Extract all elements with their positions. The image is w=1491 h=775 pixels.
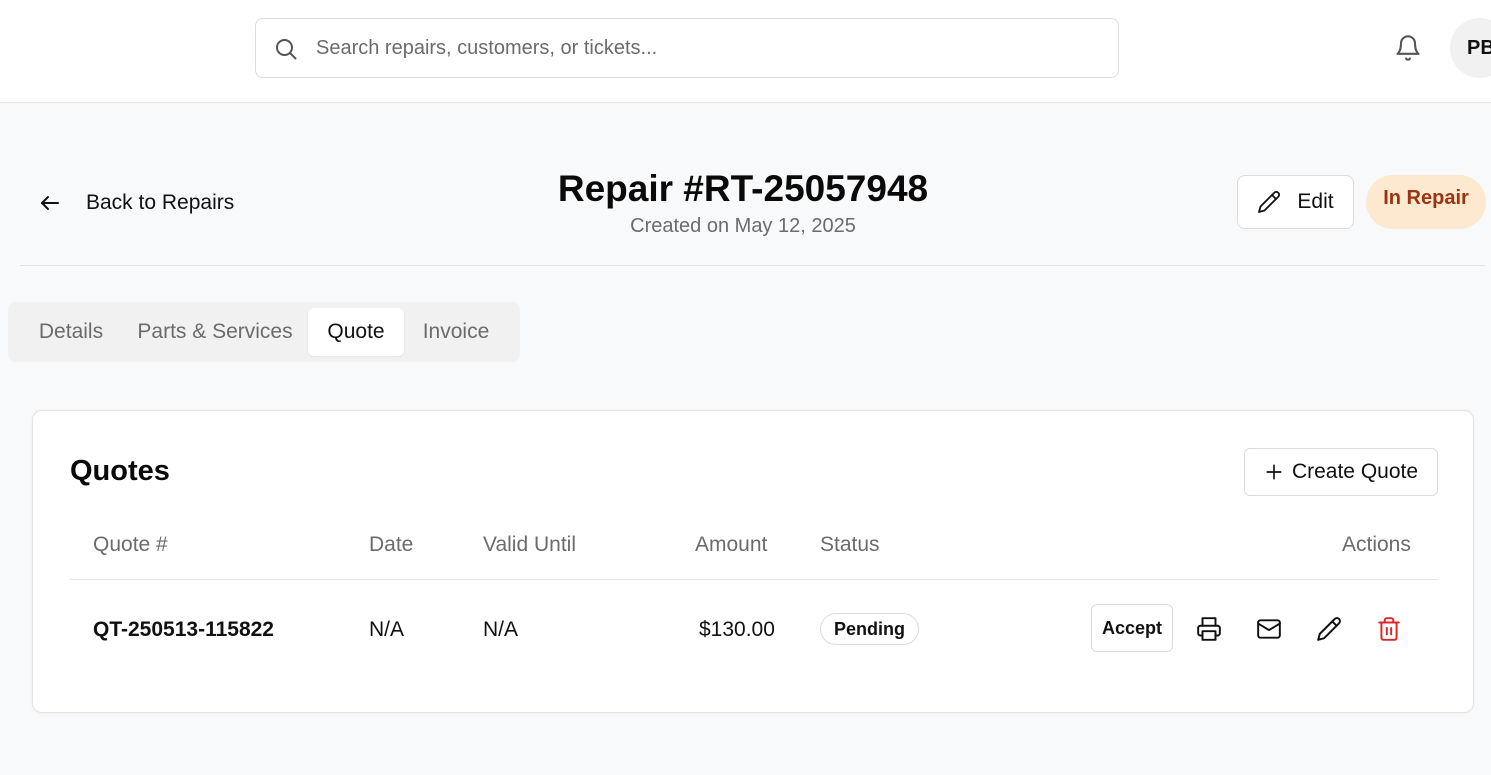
column-header-valid-until: Valid Until bbox=[483, 533, 576, 556]
create-quote-button[interactable]: Create Quote bbox=[1244, 448, 1438, 496]
plus-icon bbox=[1266, 464, 1282, 480]
column-header-amount: Amount bbox=[695, 533, 768, 556]
back-label: Back to Repairs bbox=[86, 191, 235, 214]
quotes-title: Quotes bbox=[70, 455, 170, 487]
pencil-icon[interactable] bbox=[1316, 616, 1342, 642]
search-input[interactable] bbox=[316, 19, 1106, 77]
bell-icon[interactable] bbox=[1394, 34, 1422, 62]
quotes-card: Quotes Create Quote Quote # Date Valid U… bbox=[32, 410, 1474, 713]
date-cell: N/A bbox=[369, 618, 405, 641]
avatar[interactable]: PB bbox=[1450, 18, 1491, 78]
amount-cell: $130.00 bbox=[699, 618, 775, 641]
column-header-date: Date bbox=[369, 533, 414, 556]
edit-label: Edit bbox=[1297, 190, 1334, 213]
tab-quote[interactable]: Quote bbox=[308, 308, 404, 356]
search-bar[interactable] bbox=[255, 18, 1119, 78]
trash-icon[interactable] bbox=[1376, 616, 1402, 642]
arrow-left-icon bbox=[41, 196, 59, 210]
back-to-repairs-link[interactable]: Back to Repairs bbox=[38, 186, 234, 220]
header-divider bbox=[20, 265, 1485, 266]
tab-parts-services[interactable]: Parts & Services bbox=[130, 308, 300, 356]
tab-invoice[interactable]: Invoice bbox=[412, 308, 500, 356]
tab-details[interactable]: Details bbox=[22, 308, 120, 356]
quote-status-badge: Pending bbox=[820, 613, 919, 645]
page-title: Repair #RT-25057948 bbox=[557, 168, 929, 209]
column-header-actions: Actions bbox=[1342, 533, 1411, 556]
page-subtitle: Created on May 12, 2025 bbox=[630, 215, 856, 237]
valid-until-cell: N/A bbox=[483, 618, 519, 641]
status-badge-label: In Repair bbox=[1383, 186, 1469, 209]
column-header-status: Status bbox=[820, 533, 880, 556]
page-header: Repair #RT-25057948 Created on May 12, 2… bbox=[443, 165, 1043, 238]
tab-bar: Details Parts & Services Quote Invoice bbox=[8, 302, 520, 362]
column-header-quote-number: Quote # bbox=[93, 533, 168, 556]
pencil-icon bbox=[1258, 191, 1281, 213]
search-icon bbox=[276, 39, 297, 60]
status-badge: In Repair bbox=[1366, 175, 1486, 229]
quote-number-cell: QT-250513-115822 bbox=[93, 618, 274, 641]
edit-button[interactable]: Edit bbox=[1237, 175, 1354, 229]
table-header-divider bbox=[70, 579, 1438, 580]
mail-icon[interactable] bbox=[1256, 616, 1282, 642]
accept-quote-button[interactable]: Accept bbox=[1091, 604, 1173, 652]
printer-icon[interactable] bbox=[1196, 616, 1222, 642]
create-quote-label: Create Quote bbox=[1291, 460, 1419, 483]
top-bar: PB bbox=[0, 0, 1491, 103]
